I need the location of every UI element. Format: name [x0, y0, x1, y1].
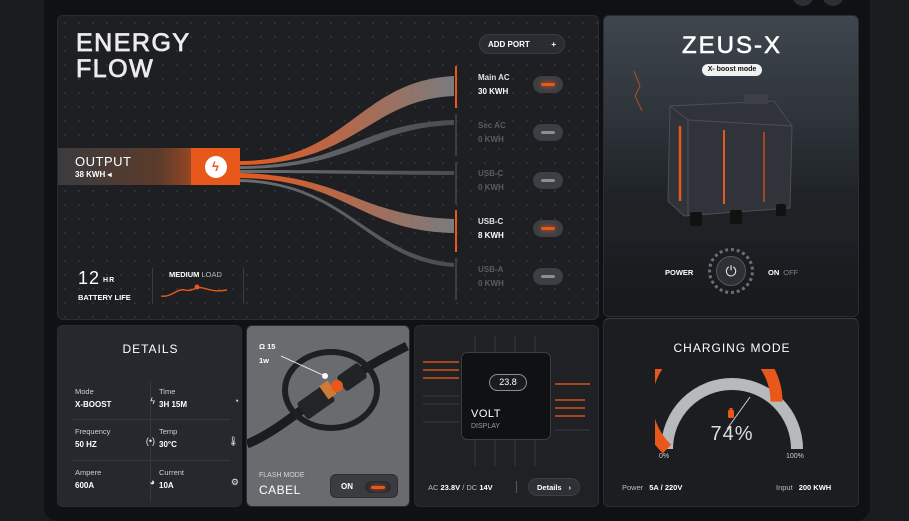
port-name: USB-A — [478, 265, 504, 274]
power-icon: ⏻ — [716, 256, 746, 286]
port-main-ac: Main AC 30 KWH — [455, 66, 575, 108]
window-control[interactable] — [792, 0, 814, 6]
details-button-label: Details — [537, 482, 562, 492]
battery-label: BATTERY LIFE — [78, 293, 131, 302]
details-card: DETAILS Mode X-BOOST ϟ Time 3H 15M ◔ Frequ… — [57, 325, 242, 507]
port-value: 0 KWH — [478, 135, 504, 144]
bolt-icon: ϟ — [150, 396, 155, 406]
detail-time: Time 3H 15M ◔ — [159, 387, 239, 409]
cable-card: Ω 15 1w FLASH MODE CABEL ON — [246, 325, 410, 507]
gauge-max: 100% — [786, 453, 804, 460]
boost-mode-badge: X- boost mode — [702, 64, 762, 76]
power-state[interactable]: ON OFF — [768, 268, 798, 277]
port-name: USB-C — [478, 169, 504, 178]
power-button[interactable]: ⏻ — [708, 248, 754, 294]
port-value: 8 KWH — [478, 231, 504, 240]
chevron-right-icon: › — [568, 482, 572, 492]
window-control[interactable] — [822, 0, 844, 6]
details-title: DETAILS — [122, 342, 179, 356]
bolt-button[interactable]: ϟ — [191, 148, 240, 185]
port-toggle[interactable] — [533, 76, 563, 93]
detail-current: Current 10A ⚙ — [159, 468, 239, 490]
flow-stream — [240, 173, 454, 233]
thermometer-icon: 🌡︎ — [227, 436, 239, 446]
battery-hours: 12 HR — [78, 268, 116, 288]
port-usb-c-1: USB-C 0 KWH — [455, 162, 575, 204]
charging-percent: 74% — [710, 423, 754, 445]
port-toggle[interactable] — [533, 124, 563, 141]
bolt-icon: ϟ — [204, 155, 227, 178]
toggle-label: ON — [341, 482, 353, 491]
gauge-min: 0% — [659, 453, 670, 460]
output-label: OUTPUT — [75, 154, 132, 169]
flash-mode-toggle[interactable]: ON — [330, 474, 398, 498]
port-name: Sec AC — [478, 121, 506, 130]
port-usb-c-2: USB-C 8 KWH — [455, 210, 575, 252]
volt-card: 23.8 VOLT DISPLAY AC 23.8V / DC 14V Deta… — [414, 325, 599, 507]
port-name: Main AC — [478, 73, 510, 82]
clock-icon: ◔ — [233, 396, 239, 406]
flow-stream — [240, 170, 454, 175]
port-toggle[interactable] — [533, 220, 563, 237]
charging-card: CHARGING MODE 74% 0% 100% Power 5A / 220V… — [603, 318, 859, 507]
port-usb-a: USB-A 0 KWH — [455, 258, 575, 300]
flash-mode-label: FLASH MODE — [259, 472, 305, 479]
port-sec-ac: Sec AC 0 KWH — [455, 114, 575, 156]
detail-temp: Temp 30°C 🌡︎ — [159, 427, 239, 449]
volt-summary: AC 23.8V / DC 14V — [428, 483, 493, 492]
device-title: ZEUS-X — [681, 32, 782, 60]
volt-sub: DISPLAY — [471, 423, 501, 430]
energy-flow-card: ENERGY FLOW ADD PORT + OUTPUT 38 KWH ◂ ϟ — [57, 15, 599, 320]
volt-name: VOLT — [471, 408, 501, 420]
detail-ampere: Ampere 600A ◕ — [75, 468, 155, 490]
detail-mode: Mode X-BOOST ϟ — [75, 387, 155, 409]
power-label: POWER — [665, 268, 694, 277]
cable-name: CABEL — [259, 483, 301, 497]
port-name: USB-C — [478, 217, 504, 226]
signal-icon: (•) — [145, 436, 155, 446]
load-indicator: MEDIUM LOAD — [152, 268, 244, 304]
battery-life: 12 HR BATTERY LIFE — [78, 268, 131, 302]
cable-resistance: Ω 15 — [259, 342, 276, 351]
charging-title: CHARGING MODE — [673, 341, 791, 355]
gear-icon: ⚙ — [230, 477, 239, 487]
port-value: 0 KWH — [478, 183, 504, 192]
charging-input: Input 200 KWH — [776, 483, 832, 492]
detail-frequency: Frequency 50 HZ (•) — [75, 427, 155, 449]
volt-reading: 23.8 — [489, 374, 527, 391]
load-wave — [160, 284, 228, 297]
charging-power: Power 5A / 220V — [622, 483, 683, 492]
cable-power: 1w — [259, 356, 270, 365]
output-value: 38 KWH ◂ — [75, 170, 112, 179]
port-value: 30 KWH — [478, 87, 509, 96]
port-value: 0 KWH — [478, 279, 504, 288]
zeus-card: ZEUS-X X- boost mode POWER ⏻ ON OFF — [603, 15, 859, 317]
port-toggle[interactable] — [533, 172, 563, 189]
toggle-switch — [365, 481, 391, 493]
details-button[interactable]: Details › — [528, 478, 580, 496]
gauge-icon: ◕ — [149, 477, 155, 487]
port-toggle[interactable] — [533, 268, 563, 285]
